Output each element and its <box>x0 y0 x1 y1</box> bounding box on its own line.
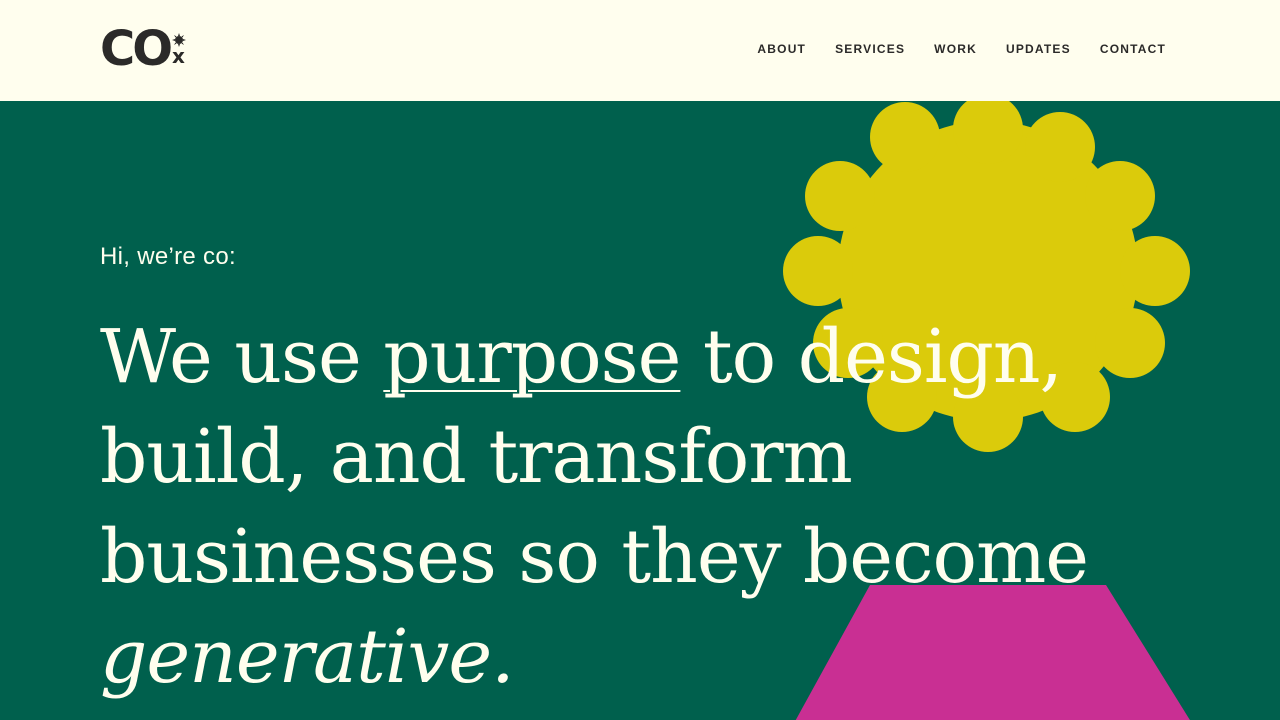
headline-part2: to design, <box>680 314 1063 400</box>
nav-about[interactable]: ABOUT <box>757 41 806 57</box>
headline-line2: build, and transform <box>100 414 853 500</box>
hero-section: Hi, we’re co: We use purpose to design, … <box>0 101 1280 720</box>
headline-line3: businesses so they become <box>100 514 1089 600</box>
hero-intro: Hi, we’re co: <box>100 243 236 270</box>
headline-part1: We use <box>100 314 384 400</box>
purpose-link[interactable]: purpose <box>383 314 681 400</box>
nav-updates[interactable]: UPDATES <box>1006 41 1071 57</box>
logo-x: x <box>172 44 185 68</box>
nav-work[interactable]: WORK <box>934 41 977 57</box>
site-header: CO x ABOUT SERVICES WORK UPDATES CONTACT <box>0 0 1280 101</box>
nav-services[interactable]: SERVICES <box>835 41 905 57</box>
logo-text: CO <box>100 21 173 77</box>
logo-mark: x <box>171 31 189 67</box>
logo[interactable]: CO x <box>100 21 200 77</box>
headline-emphasis: generative. <box>100 614 515 700</box>
main-nav: ABOUT SERVICES WORK UPDATES CONTACT <box>757 41 1166 57</box>
hero-headline: We use purpose to design, build, and tra… <box>100 307 1200 707</box>
nav-contact[interactable]: CONTACT <box>1100 41 1166 57</box>
